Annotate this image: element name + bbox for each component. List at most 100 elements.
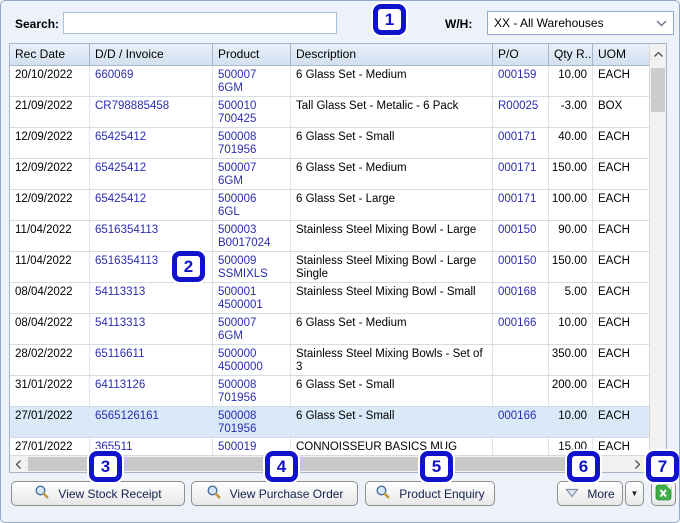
table-row[interactable]: 27/01/2022 6565126161 500008 701956 6 Gla… xyxy=(10,407,649,438)
table-row[interactable]: 12/09/2022 65425412 500006 6GL 6 Glass Se… xyxy=(10,190,649,221)
cell-rec-date: 12/09/2022 xyxy=(10,128,90,158)
cell-product[interactable]: 500008 701956 xyxy=(213,376,291,406)
cell-po[interactable]: 000171 xyxy=(493,128,549,158)
triangle-down-small-icon: ▼ xyxy=(630,489,639,498)
table-row[interactable]: 11/04/2022 6516354113 500009 SSMIXLS Stai… xyxy=(10,252,649,283)
cell-uom: EACH xyxy=(598,441,630,453)
excel-icon xyxy=(655,484,672,504)
cell-invoice[interactable]: 6516354113 xyxy=(90,221,213,251)
table-row[interactable]: 28/02/2022 65116611 500000 4500000 Stainl… xyxy=(10,345,649,376)
cell-product[interactable]: 500008 701956 xyxy=(213,407,291,437)
cell-rec-date: 08/04/2022 xyxy=(10,283,90,313)
cell-product[interactable]: 500007 6GM xyxy=(213,314,291,344)
cell-uom: EACH xyxy=(598,286,630,298)
scroll-right-icon[interactable] xyxy=(629,456,646,472)
cell-invoice[interactable]: 64113126 xyxy=(90,376,213,406)
cell-uom: BOX xyxy=(598,100,623,112)
column-header-product[interactable]: Product xyxy=(213,44,291,65)
cell-po[interactable]: 000171 xyxy=(493,190,549,220)
cell-invoice[interactable]: 65425412 xyxy=(90,190,213,220)
cell-uom: EACH xyxy=(598,379,630,391)
cell-uom: EACH xyxy=(598,410,630,422)
cell-po[interactable]: 000150 xyxy=(493,252,549,282)
cell-po[interactable]: R00025 xyxy=(493,97,549,127)
cell-po[interactable]: 000166 xyxy=(493,314,549,344)
cell-po[interactable]: 000166 xyxy=(493,407,549,437)
cell-po[interactable]: 000171 xyxy=(493,159,549,189)
cell-rec-date: 12/09/2022 xyxy=(10,190,90,220)
export-to-excel-button[interactable] xyxy=(651,481,676,506)
vertical-scrollbar[interactable] xyxy=(649,44,666,455)
table-row[interactable]: 11/04/2022 6516354113 500003 B0017024 Sta… xyxy=(10,221,649,252)
cell-product[interactable]: 500003 B0017024 xyxy=(213,221,291,251)
cell-product[interactable]: 500001 4500001 xyxy=(213,283,291,313)
cell-po[interactable]: 000168 xyxy=(493,283,549,313)
cell-uom: EACH xyxy=(598,224,630,236)
cell-uom: EACH xyxy=(598,131,630,143)
more-split-arrow-button[interactable]: ▼ xyxy=(625,481,644,506)
cell-description: Tall Glass Set - Metalic - 6 Pack xyxy=(291,97,493,127)
cell-description: 6 Glass Set - Small xyxy=(291,407,493,437)
view-stock-receipt-button[interactable]: View Stock Receipt xyxy=(11,481,185,506)
column-header-description[interactable]: Description xyxy=(291,44,493,65)
warehouse-dropdown[interactable]: XX - All Warehouses xyxy=(487,11,674,35)
column-header-qty[interactable]: Qty R... xyxy=(549,44,593,65)
search-label: Search: xyxy=(15,17,60,31)
cell-qty: 350.00 xyxy=(549,345,593,375)
cell-uom: EACH xyxy=(598,255,630,267)
cell-invoice[interactable]: 65116611 xyxy=(90,345,213,375)
cell-po[interactable]: 000150 xyxy=(493,221,549,251)
cell-qty: 150.00 xyxy=(549,252,593,282)
cell-po[interactable]: 000159 xyxy=(493,66,549,96)
view-purchase-order-label: View Purchase Order xyxy=(229,486,344,501)
cell-invoice[interactable]: 54113313 xyxy=(90,283,213,313)
cell-qty: 100.00 xyxy=(549,190,593,220)
table-row[interactable]: 31/01/2022 64113126 500008 701956 6 Glass… xyxy=(10,376,649,407)
cell-product[interactable]: 500008 701956 xyxy=(213,128,291,158)
view-stock-receipt-label: View Stock Receipt xyxy=(58,486,162,501)
cell-description: 6 Glass Set - Small xyxy=(291,128,493,158)
cell-product[interactable]: 500010 700425 xyxy=(213,97,291,127)
cell-product[interactable]: 500006 6GL xyxy=(213,190,291,220)
column-header-po[interactable]: P/O xyxy=(493,44,549,65)
table-row[interactable]: 12/09/2022 65425412 500007 6GM 6 Glass Se… xyxy=(10,159,649,190)
cell-rec-date: 27/01/2022 xyxy=(10,438,90,455)
cell-invoice[interactable]: 54113313 xyxy=(90,314,213,344)
scroll-left-icon[interactable] xyxy=(10,456,27,472)
table-row[interactable]: 08/04/2022 54113313 500007 6GM 6 Glass Se… xyxy=(10,314,649,345)
cell-product[interactable]: 500007 6GM xyxy=(213,159,291,189)
cell-po[interactable] xyxy=(493,438,549,455)
cell-rec-date: 08/04/2022 xyxy=(10,314,90,344)
cell-rec-date: 20/10/2022 xyxy=(10,66,90,96)
cell-description: Stainless Steel Mixing Bowl - Large Sing… xyxy=(291,252,493,282)
cell-po[interactable] xyxy=(493,345,549,375)
product-enquiry-button[interactable]: Product Enquiry xyxy=(365,481,495,506)
callout-badge-1: 1 xyxy=(373,4,406,35)
cell-qty: 10.00 xyxy=(549,407,593,437)
more-button[interactable]: More xyxy=(557,481,623,506)
view-purchase-order-button[interactable]: View Purchase Order xyxy=(191,481,358,506)
column-header-rec-date[interactable]: Rec Date xyxy=(10,44,90,65)
scroll-up-icon[interactable] xyxy=(650,44,666,64)
cell-product[interactable]: 500009 SSMIXLS xyxy=(213,252,291,282)
table-row[interactable]: 12/09/2022 65425412 500008 701956 6 Glass… xyxy=(10,128,649,159)
cell-invoice[interactable]: 6565126161 xyxy=(90,407,213,437)
cell-invoice[interactable]: 65425412 xyxy=(90,128,213,158)
chevron-down-icon xyxy=(656,19,667,27)
cell-invoice[interactable]: 660069 xyxy=(90,66,213,96)
vertical-scrollbar-thumb[interactable] xyxy=(651,68,665,112)
cell-invoice[interactable]: CR798885458 xyxy=(90,97,213,127)
column-header-invoice[interactable]: D/D / Invoice xyxy=(90,44,213,65)
cell-product[interactable]: 500007 6GM xyxy=(213,66,291,96)
cell-po[interactable] xyxy=(493,376,549,406)
cell-rec-date: 11/04/2022 xyxy=(10,221,90,251)
callout-badge-5: 5 xyxy=(420,451,453,482)
cell-invoice[interactable]: 65425412 xyxy=(90,159,213,189)
table-row[interactable]: 21/09/2022 CR798885458 500010 700425 Tall… xyxy=(10,97,649,128)
table-row[interactable]: 08/04/2022 54113313 500001 4500001 Stainl… xyxy=(10,283,649,314)
cell-product[interactable]: 500000 4500000 xyxy=(213,345,291,375)
table-row[interactable]: 20/10/2022 660069 500007 6GM 6 Glass Set … xyxy=(10,66,649,97)
cell-description: 6 Glass Set - Medium xyxy=(291,159,493,189)
search-input[interactable] xyxy=(63,12,337,34)
column-header-uom[interactable]: UOM xyxy=(593,44,649,65)
